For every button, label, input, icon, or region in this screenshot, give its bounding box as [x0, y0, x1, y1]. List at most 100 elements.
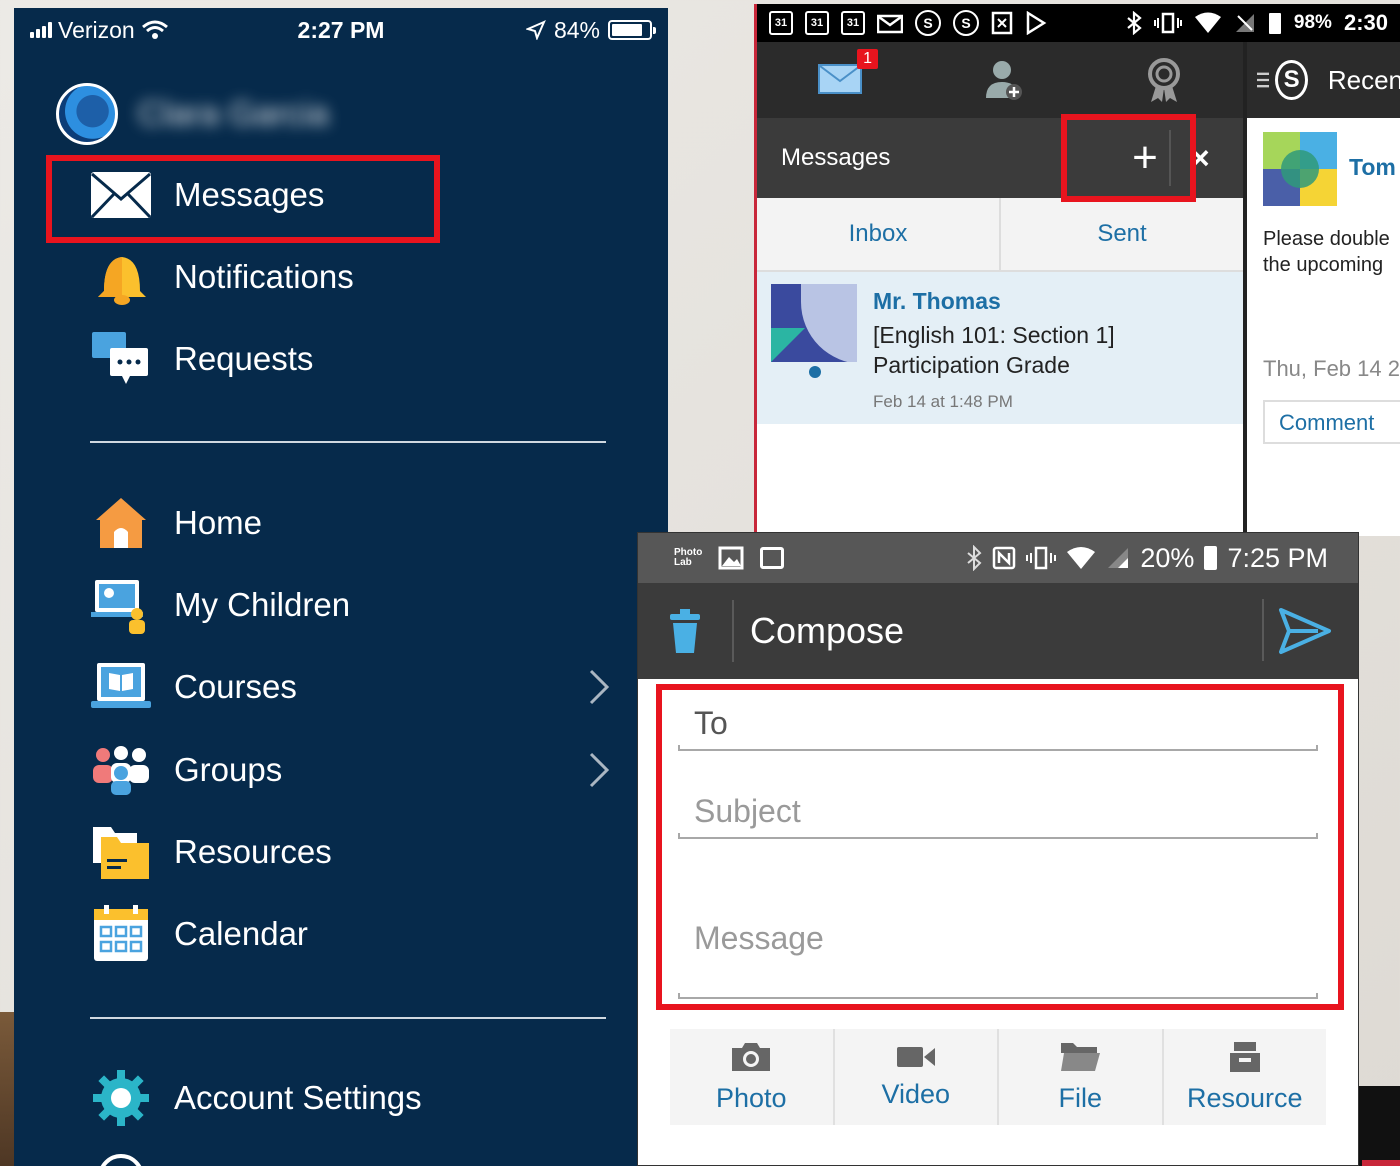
post-text-line: Please double	[1263, 228, 1390, 250]
background-edge	[1362, 1160, 1400, 1166]
post-author-name[interactable]: Tom	[1349, 154, 1396, 181]
children-icon	[90, 574, 152, 636]
menu-item-requests[interactable]: Requests	[90, 324, 610, 394]
next-menu-icon-partial	[98, 1154, 144, 1166]
recent-header: S Recen	[1247, 42, 1400, 118]
ios-time: 2:27 PM	[297, 16, 385, 43]
user-name: Clara Garcia	[138, 94, 329, 133]
android-status-bar: 31 31 31 S S 98% 2:30	[757, 4, 1400, 42]
subject-input[interactable]: Subject	[678, 793, 1318, 830]
calendar-icon	[90, 903, 152, 965]
menu-label-courses: Courses	[174, 668, 297, 705]
menu-item-my-children[interactable]: My Children	[90, 570, 610, 640]
house-icon	[90, 492, 152, 554]
tab-inbox[interactable]: Inbox	[757, 198, 999, 270]
ios-menu-panel: Verizon 2:27 PM 84% Clara Garcia Message…	[14, 8, 668, 1166]
messages-title: Messages	[781, 144, 891, 171]
menu-label-notifications: Notifications	[174, 258, 354, 295]
post-text-line: the upcoming	[1263, 254, 1384, 276]
schoology-logo: S	[1275, 60, 1308, 100]
menu-item-home[interactable]: Home	[90, 488, 610, 558]
ios-status-bar: Verizon 2:27 PM 84%	[14, 8, 668, 52]
envelope-icon	[90, 164, 152, 226]
battery-icon	[1204, 546, 1218, 570]
close-button[interactable]: ×	[1191, 118, 1210, 198]
unread-badge: 1	[857, 48, 878, 69]
video-camera-icon	[896, 1046, 935, 1067]
attach-photo-button[interactable]: Photo	[670, 1029, 833, 1125]
message-subject-line: Participation Grade	[873, 352, 1070, 378]
send-icon[interactable]	[1278, 607, 1332, 655]
new-message-button[interactable]: +	[1119, 118, 1171, 198]
menu-item-account-settings[interactable]: Account Settings	[90, 1063, 610, 1133]
message-subject-line: [English 101: Section 1]	[873, 322, 1115, 348]
compose-toolbar: Compose	[638, 583, 1358, 679]
app-notification-icon	[991, 11, 1013, 35]
updates-ribbon-icon[interactable]	[1146, 57, 1182, 103]
attach-file-button[interactable]: File	[997, 1029, 1162, 1125]
menu-item-notifications[interactable]: Notifications	[90, 242, 610, 312]
attach-photo-label: Photo	[715, 1082, 787, 1113]
schoology-notification-icon: S	[953, 10, 979, 36]
play-store-icon	[1026, 11, 1047, 35]
battery-percent: 20%	[1140, 542, 1195, 573]
message-date: Feb 14 at 1:48 PM	[873, 392, 1013, 411]
to-field[interactable]: To	[678, 705, 1318, 742]
compose-panel: Photo Lab 20% 7:25 PM Compose To Subject …	[637, 532, 1359, 1166]
menu-label-home: Home	[174, 504, 263, 541]
attach-resource-button[interactable]: Resource	[1161, 1029, 1327, 1125]
divider	[1169, 130, 1171, 186]
battery-icon	[1268, 13, 1281, 34]
calendar-notification-icon: 31	[769, 11, 793, 35]
add-user-icon[interactable]	[984, 58, 1024, 102]
menu-item-calendar[interactable]: Calendar	[90, 899, 610, 969]
menu-label-messages: Messages	[174, 176, 325, 213]
chat-bubbles-icon	[90, 328, 152, 390]
post-text: Please double the upcoming	[1263, 226, 1400, 278]
divider	[732, 600, 734, 662]
vibrate-icon	[1026, 546, 1057, 570]
recent-activity-panel: S Recen Tom Please double the upcoming T…	[1243, 42, 1400, 536]
hamburger-menu-icon[interactable]	[1257, 69, 1270, 91]
wifi-icon	[1067, 547, 1096, 569]
menu-divider	[90, 1017, 606, 1019]
message-list-item[interactable]: Mr. Thomas [English 101: Section 1] Part…	[757, 272, 1243, 424]
message-sender: Mr. Thomas	[873, 288, 1001, 314]
schoology-notification-icon: S	[915, 10, 941, 36]
avatar[interactable]	[56, 83, 118, 145]
bluetooth-icon	[967, 545, 982, 571]
menu-label-account-settings: Account Settings	[174, 1079, 422, 1116]
menu-item-courses[interactable]: Courses	[90, 652, 610, 722]
attach-video-button[interactable]: Video	[832, 1029, 998, 1125]
bell-icon	[90, 246, 152, 308]
user-profile[interactable]: Clara Garcia	[56, 83, 329, 145]
people-group-icon	[90, 739, 152, 801]
screen-record-icon	[760, 547, 785, 569]
trash-icon	[670, 609, 700, 653]
attachment-toolbar: Photo Video File Resource	[670, 1029, 1326, 1125]
menu-item-groups[interactable]: Groups	[90, 735, 610, 805]
attach-file-label: File	[1058, 1082, 1102, 1113]
nav-messages-button[interactable]: 1	[818, 48, 878, 100]
discard-button[interactable]	[638, 583, 732, 679]
battery-icon	[608, 20, 656, 40]
android-messages-panel: 31 31 31 S S 98% 2:30 1 Messages + × Inb…	[754, 4, 1400, 536]
compose-title: Compose	[750, 610, 905, 651]
sender-thumbnail	[771, 284, 857, 362]
divider	[1262, 599, 1264, 661]
tab-sent[interactable]: Sent	[999, 198, 1243, 270]
calendar-notification-icon: 31	[841, 11, 865, 35]
menu-item-messages[interactable]: Messages	[90, 160, 610, 230]
chevron-right-icon[interactable]	[588, 751, 610, 789]
message-input[interactable]: Message	[678, 920, 1318, 957]
menu-label-resources: Resources	[174, 833, 332, 870]
chevron-right-icon[interactable]	[588, 668, 610, 706]
comment-button[interactable]: Comment	[1263, 400, 1400, 444]
menu-item-resources[interactable]: Resources	[90, 817, 610, 887]
menu-label-calendar: Calendar	[174, 915, 308, 952]
vibrate-icon	[1153, 12, 1182, 34]
compose-status-bar: Photo Lab 20% 7:25 PM	[638, 533, 1358, 583]
wifi-icon	[1194, 12, 1221, 33]
compose-time: 7:25 PM	[1227, 542, 1328, 573]
menu-label-my-children: My Children	[174, 586, 351, 623]
